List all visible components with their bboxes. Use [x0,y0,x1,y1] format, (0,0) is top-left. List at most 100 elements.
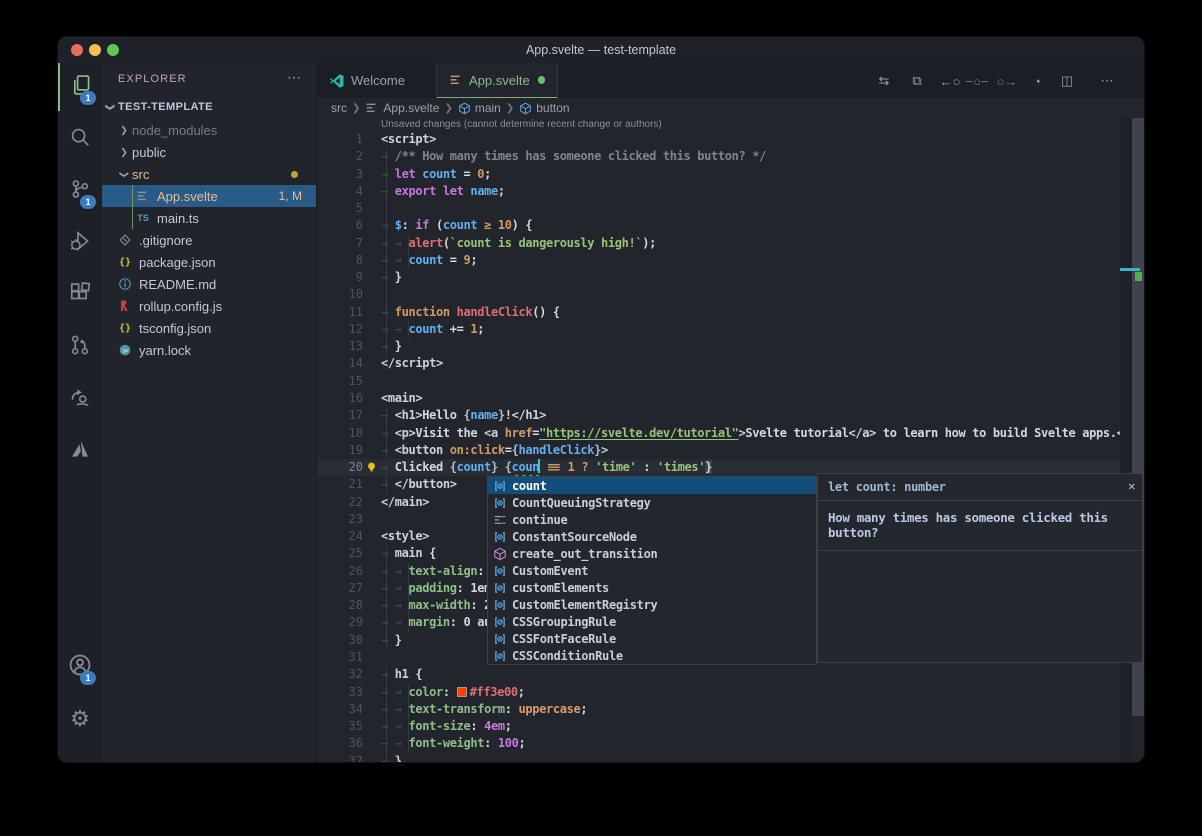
suggestion-constantsourcenode[interactable]: ConstantSourceNode [488,528,816,545]
suggestion-cssconditionrule[interactable]: CSSConditionRule [488,647,816,664]
suggestion-continue[interactable]: continue [488,511,816,528]
file-row-yarn-lock[interactable]: yarn.lock [102,339,316,361]
suggestion-cssgroupingrule[interactable]: CSSGroupingRule [488,613,816,630]
file-label: yarn.lock [139,343,191,358]
workspace-root-row[interactable]: ❯ TEST-TEMPLATE [102,96,316,118]
code-line-18[interactable]: 18→ <p>Visit the <a href="https://svelte… [317,425,1144,442]
tab-app-svelte[interactable]: App.svelte [437,63,558,98]
run-icon[interactable]: ◔ [1027,71,1047,91]
file-row-tsconfig-json[interactable]: {}tsconfig.json [102,317,316,339]
file-row-public[interactable]: ❯public [102,141,316,163]
breadcrumb-button[interactable]: button [519,101,569,115]
navigate-forward-icon[interactable]: ○→ [997,71,1017,91]
file-row-rollup-config-js[interactable]: rollup.config.js [102,295,316,317]
activity-settings[interactable]: ⚙ [58,695,102,743]
braces-icon: {} [116,257,134,268]
line-number: 28 [317,597,363,614]
file-label: .gitignore [139,233,192,248]
file-row-node-modules[interactable]: ❯node_modules [102,119,316,141]
file-row-main-ts[interactable]: TSmain.ts [102,207,316,229]
code-line-9[interactable]: 9→ } [317,269,1144,286]
code-line-12[interactable]: 12→ → count += 1; [317,321,1144,338]
navigate-back-icon[interactable]: ←○ [940,71,960,91]
line-number: 4 [317,183,363,200]
more-actions-icon[interactable]: ⋯ [287,69,302,86]
code-line-2[interactable]: 2→ /** How many times has someone clicke… [317,148,1144,165]
code-line-13[interactable]: 13→ } [317,338,1144,355]
code-line-19[interactable]: 19→ <button on:click={handleClick}> [317,442,1144,459]
code-line-34[interactable]: 34→ → text-transform: uppercase; [317,701,1144,718]
line-content: → } [381,338,402,355]
breadcrumb-main[interactable]: main [458,101,501,115]
suggestion-customelementregistry[interactable]: CustomElementRegistry [488,596,816,613]
code-editor[interactable]: Unsaved changes (cannot determine recent… [317,118,1144,762]
suggest-module-icon [491,547,509,561]
file-row--gitignore[interactable]: .gitignore [102,229,316,251]
activity-run-debug[interactable] [58,219,102,267]
activity-pull-requests[interactable] [58,323,102,371]
code-line-14[interactable]: 14</script> [317,355,1144,372]
file-row-readme-md[interactable]: README.md [102,273,316,295]
more-actions-icon[interactable]: ⋯ [1097,71,1117,91]
code-line-15[interactable]: 15 [317,373,1144,390]
activity-azure[interactable] [58,427,102,475]
line-content: → let count = 0; [381,166,491,183]
suggestion-count[interactable]: count [488,477,816,494]
open-changes-icon[interactable]: ⇆ [874,71,894,91]
line-number: 15 [317,373,363,390]
code-line-1[interactable]: 1<script> [317,131,1144,148]
file-row-package-json[interactable]: {}package.json [102,251,316,273]
line-content: → → count = 9; [381,252,477,269]
navigate-position-icon[interactable]: −○− [967,71,987,91]
line-number: 29 [317,614,363,631]
open-preview-icon[interactable]: ⧉ [907,71,927,91]
scrollbar-track[interactable] [1120,118,1132,762]
suggestion-cssfontfacerule[interactable]: CSSFontFaceRule [488,630,816,647]
line-number: 23 [317,511,363,528]
activity-extensions[interactable] [58,271,102,319]
code-line-17[interactable]: 17→ <h1>Hello {name}!</h1> [317,407,1144,424]
activity-explorer[interactable]: 1 [58,63,102,111]
suggestion-countqueuingstrategy[interactable]: CountQueuingStrategy [488,494,816,511]
suggestion-customelements[interactable]: customElements [488,579,816,596]
code-line-16[interactable]: 16<main> [317,390,1144,407]
file-label: public [132,145,166,160]
code-line-5[interactable]: 5 [317,200,1144,217]
line-content: → → alert(`count is dangerously high!`); [381,235,656,252]
svelte-lines-icon [365,101,379,115]
code-line-11[interactable]: 11→ function handleClick() { [317,304,1144,321]
code-line-8[interactable]: 8→ → count = 9; [317,252,1144,269]
suggestion-create_out_transition[interactable]: create_out_transition [488,545,816,562]
activity-search[interactable] [58,115,102,163]
code-line-3[interactable]: 3→ let count = 0; [317,166,1144,183]
code-line-35[interactable]: 35→ → font-size: 4em; [317,718,1144,735]
activity-accounts[interactable]: 1 [58,643,102,691]
code-line-33[interactable]: 33→ → color: #ff3e00; [317,684,1144,701]
suggestion-label: CountQueuingStrategy [512,496,651,510]
code-line-32[interactable]: 32→ h1 { [317,666,1144,683]
activity-live-share[interactable] [58,375,102,423]
close-icon[interactable]: ✕ [1128,479,1135,493]
suggestion-label: create_out_transition [512,547,657,561]
line-number: 37 [317,753,363,762]
code-line-37[interactable]: 37→ } [317,753,1144,762]
tab-welcome[interactable]: Welcome [317,63,437,98]
code-line-4[interactable]: 4→ export let name; [317,183,1144,200]
breadcrumb-src[interactable]: src [331,101,347,115]
activity-source-control[interactable]: 1 [58,167,102,215]
line-content: → Clicked {count} {coun ≡ 1 ? 'time' : '… [381,459,712,476]
line-content: <main> [381,390,422,407]
breadcrumb[interactable]: src❯App.svelte❯main❯button [317,98,1144,118]
active-indent-guide [132,185,133,229]
tab-label: App.svelte [469,73,530,88]
code-line-36[interactable]: 36→ → font-weight: 100; [317,735,1144,752]
code-line-10[interactable]: 10 [317,286,1144,303]
file-row-app-svelte[interactable]: App.svelte1, M [102,185,316,207]
code-line-6[interactable]: 6→ $: if (count ≥ 10) { [317,217,1144,234]
breadcrumb-app-svelte[interactable]: App.svelte [365,101,439,115]
split-editor-icon[interactable]: ◫ [1057,71,1077,91]
codelens-unsaved[interactable]: Unsaved changes (cannot determine recent… [381,118,662,131]
suggestion-customevent[interactable]: CustomEvent [488,562,816,579]
file-row-src[interactable]: ❯src [102,163,316,185]
code-line-7[interactable]: 7→ → alert(`count is dangerously high!`)… [317,235,1144,252]
